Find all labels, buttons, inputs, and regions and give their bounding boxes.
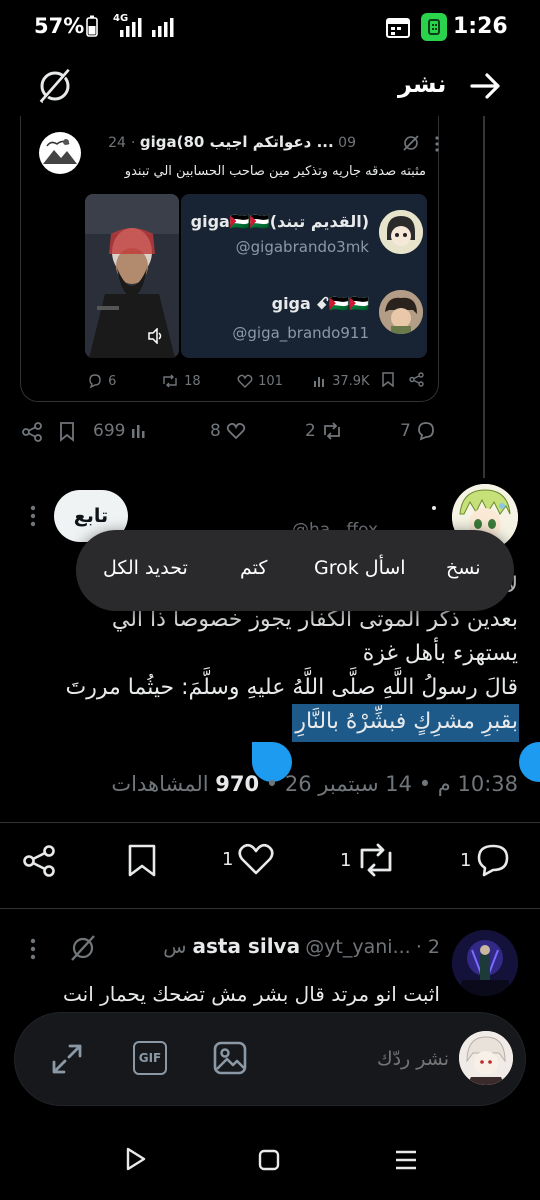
quoted-author-name: giga(80 دعواتكم اجيب ...: [139, 133, 334, 151]
reply-icon: [418, 422, 435, 441]
reply-count: 1: [460, 849, 472, 871]
parent-bookmark-icon[interactable]: [59, 422, 75, 442]
reply-input[interactable]: [249, 1043, 449, 1075]
post-line-3: يستهزء بأهل غزة: [362, 641, 518, 666]
post-time: 10:38 م: [437, 772, 518, 796]
user-avatar: [459, 1031, 513, 1085]
menu-select-all[interactable]: تحديد الكل: [103, 557, 188, 579]
post-meta: 10:38 م • 14 سبتمبر 26 • 970 المشاهدات: [111, 772, 518, 796]
thread-line: [483, 116, 485, 478]
gif-icon[interactable]: GIF: [133, 1041, 167, 1075]
heart-icon: [238, 843, 275, 875]
quoted-share-icon[interactable]: [409, 372, 424, 387]
reply-author-avatar[interactable]: [452, 930, 518, 996]
more-options-icon[interactable]: [434, 136, 440, 152]
parent-views[interactable]: 699: [93, 421, 147, 441]
repost-count: 1: [340, 849, 352, 871]
account-name-2: giga ꗃ🇵🇸🇵🇸: [271, 294, 369, 313]
reply-author-handle: @yt_yani...: [305, 936, 411, 958]
views-icon: [131, 425, 145, 438]
reply-icon: [478, 844, 509, 877]
repost-icon: [361, 843, 392, 877]
account-handle-1: @gigabrando3mk: [235, 238, 369, 256]
quoted-reply-stat: 6: [87, 370, 116, 389]
expand-icon[interactable]: [51, 1043, 83, 1075]
video-thumbnail[interactable]: [85, 194, 179, 358]
heart-icon: [227, 423, 246, 440]
text-context-menu: نسخ اسأل Grok كتم تحديد الكل: [76, 530, 514, 611]
grok-logo-icon[interactable]: [36, 66, 74, 106]
account-avatar-1: [379, 210, 423, 254]
menu-mute[interactable]: كتم: [240, 557, 267, 579]
parent-share-icon[interactable]: [22, 422, 42, 442]
quoted-views-stat: 37.9K: [313, 370, 370, 389]
parent-views-count: 699: [93, 421, 126, 441]
post-line-4: قالَ رسولُ اللَّهِ صلَّى اللَّهُ عليهِ و…: [65, 675, 518, 700]
nav-back-icon[interactable]: [124, 1146, 148, 1172]
clock: 1:26: [453, 14, 508, 39]
divider: [0, 822, 540, 823]
quoted-author-avatar: [39, 132, 81, 174]
parent-like-count: 8: [210, 421, 221, 441]
grok-icon[interactable]: [402, 134, 420, 152]
back-arrow-icon[interactable]: [470, 72, 502, 100]
quoted-bookmark-icon[interactable]: [381, 372, 395, 387]
nav-home-icon[interactable]: [258, 1149, 280, 1171]
reply-button[interactable]: 1: [460, 842, 511, 878]
post-more-icon[interactable]: [30, 505, 36, 527]
calendar-icon: [386, 16, 410, 38]
parent-repost-count: 2: [305, 421, 316, 441]
reply-header: asta silva @yt_yani... · 2 س: [163, 934, 440, 958]
bookmark-icon[interactable]: [127, 844, 157, 878]
divider: [0, 908, 540, 909]
post-views-count: 970: [215, 772, 260, 796]
reply-author-name: asta silva: [192, 934, 301, 958]
like-count: 1: [222, 848, 234, 870]
battery-icon: [86, 15, 98, 37]
menu-copy[interactable]: نسخ: [446, 557, 481, 579]
signal-icon: [116, 16, 180, 38]
quoted-tweet-card[interactable]: 09 Sept 24 · giga(80 دعواتكم اجيب ... مث…: [20, 116, 439, 402]
reply-composer[interactable]: GIF: [14, 1012, 526, 1106]
parent-repost[interactable]: 2: [305, 421, 343, 441]
repost-button[interactable]: 1: [340, 842, 397, 878]
account-avatar-2: [379, 290, 423, 334]
quoted-like-stat: 101: [237, 370, 283, 389]
account-name-1: (القديم تبند)giga🇵🇸🇵🇸: [190, 212, 369, 231]
reply-grok-icon[interactable]: [70, 934, 96, 962]
image-icon[interactable]: [213, 1041, 247, 1075]
verified-dot: [432, 506, 436, 510]
reply-text: اثبت انو مرتد قال بشر مش تضحك يحمار انت: [63, 982, 440, 1006]
repost-icon: [163, 374, 177, 387]
parent-like[interactable]: 8: [210, 421, 246, 441]
page-title: نشر: [398, 70, 447, 98]
parent-reply[interactable]: 7: [400, 421, 436, 441]
post-date: 14 سبتمبر 26: [284, 772, 413, 796]
accounts-image-card: (القديم تبند)giga🇵🇸🇵🇸 @gigabrando3mk gig…: [181, 194, 427, 358]
like-button[interactable]: 1: [222, 842, 275, 876]
post-views-label: المشاهدات: [111, 772, 209, 796]
reply-icon: [89, 373, 101, 388]
battery-percent: 57%: [34, 14, 85, 38]
quoted-repost-stat: 18: [161, 370, 201, 389]
volume-icon[interactable]: [147, 328, 165, 344]
post-line-5-selected: بقبرِ مشرِكٍ فبشِّرْهُ بالنَّارِ: [295, 709, 518, 734]
app-notification-icon: [421, 13, 447, 41]
menu-ask-grok[interactable]: اسأل Grok: [314, 557, 406, 579]
status-bar: 57% 4G 1:26: [0, 0, 540, 52]
reply-more-icon[interactable]: [30, 938, 36, 960]
nav-recents-icon[interactable]: [394, 1149, 418, 1171]
views-icon: [314, 376, 324, 387]
repost-icon: [324, 422, 341, 440]
share-icon[interactable]: [22, 844, 56, 878]
quoted-text: مثبته صدقه جاريه وتذكير مين صاحب الحسابي…: [124, 164, 426, 179]
account-handle-2: @giga_brando911: [232, 324, 369, 342]
parent-reply-count: 7: [400, 421, 411, 441]
selection-handle-end[interactable]: [519, 742, 540, 782]
like-icon: [237, 374, 253, 388]
